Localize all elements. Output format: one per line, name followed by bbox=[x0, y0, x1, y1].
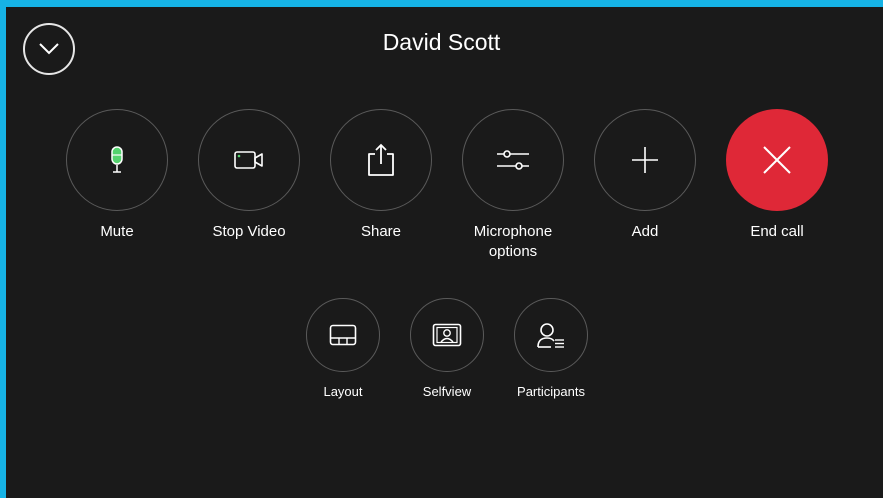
participants-label: Participants bbox=[517, 384, 585, 399]
add-label: Add bbox=[631, 223, 659, 240]
participants-circle[interactable] bbox=[514, 298, 588, 372]
call-title: David Scott bbox=[382, 29, 501, 55]
call-screen: David Scott Mute Stop Video Share Microp… bbox=[6, 7, 883, 498]
add-button[interactable]: Add bbox=[580, 109, 710, 242]
selfview-circle[interactable] bbox=[410, 298, 484, 372]
selfview-button[interactable]: Selfview bbox=[392, 298, 502, 402]
layout-circle[interactable] bbox=[306, 298, 380, 372]
participants-button[interactable]: Participants bbox=[496, 298, 606, 402]
share-button[interactable]: Share bbox=[316, 109, 446, 242]
plus-icon bbox=[632, 147, 658, 173]
sliders-icon bbox=[497, 150, 529, 170]
end-call-button[interactable]: End call bbox=[712, 109, 842, 242]
share-circle[interactable] bbox=[330, 109, 432, 211]
end-call-label: End call bbox=[750, 223, 804, 240]
end-call-circle[interactable] bbox=[726, 109, 828, 211]
stop-video-label: Stop Video bbox=[212, 223, 286, 240]
layout-label: Layout bbox=[323, 384, 363, 399]
add-circle[interactable] bbox=[594, 109, 696, 211]
camera-icon bbox=[234, 151, 263, 169]
share-label: Share bbox=[360, 223, 402, 240]
microphone-options-label: Microphone options bbox=[473, 223, 553, 260]
microphone-options-circle[interactable] bbox=[462, 109, 564, 211]
selfview-icon bbox=[432, 323, 462, 347]
stop-video-circle[interactable] bbox=[198, 109, 300, 211]
layout-icon bbox=[329, 324, 357, 346]
layout-button[interactable]: Layout bbox=[288, 298, 398, 402]
mute-button[interactable]: Mute bbox=[52, 109, 182, 242]
close-icon bbox=[763, 146, 791, 174]
selfview-label: Selfview bbox=[422, 384, 472, 399]
mute-label: Mute bbox=[100, 223, 134, 240]
microphone-icon bbox=[111, 146, 123, 173]
mute-circle[interactable] bbox=[66, 109, 168, 211]
participants-icon bbox=[537, 323, 564, 348]
microphone-options-button[interactable]: Microphone options bbox=[448, 109, 578, 262]
share-icon bbox=[368, 143, 394, 176]
stop-video-button[interactable]: Stop Video bbox=[184, 109, 314, 242]
